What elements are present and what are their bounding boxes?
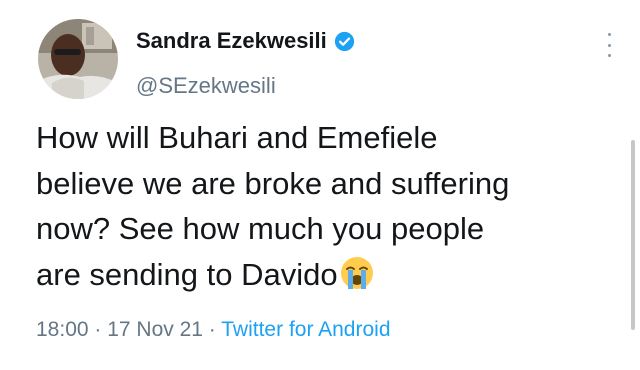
tweet-text-line: How will Buhari and Emefiele [36,120,438,155]
tweet-meta: 18:00 · 17 Nov 21 · Twitter for Android [36,318,391,342]
verified-badge-icon [334,31,354,51]
tweet-date[interactable]: 17 Nov 21 [107,318,203,341]
tweet-card: Sandra Ezekwesili @SEzekwesili How will … [0,0,640,370]
tweet-text: How will Buhari and Emefiele believe we … [36,115,611,297]
avatar-photo [38,19,118,99]
meta-separator: · [202,318,222,341]
tweet-text-line: are sending to Davido [36,252,611,298]
tweet-text-line: believe we are broke and suffering [36,165,510,201]
tweet-text-last: are sending to Davido [36,256,338,292]
scrollbar[interactable] [631,140,635,330]
tweet-source-link[interactable]: Twitter for Android [221,318,390,341]
tweet-time[interactable]: 18:00 [36,318,89,341]
avatar[interactable] [38,19,118,99]
user-handle[interactable]: @SEzekwesili [136,73,276,99]
name-row[interactable]: Sandra Ezekwesili [136,28,355,54]
tweet-text-line: now? See how much you people [36,211,485,246]
more-options-icon[interactable] [605,33,613,57]
display-name[interactable]: Sandra Ezekwesili [136,28,327,54]
meta-separator: · [88,318,108,341]
loudly-crying-face-icon [340,256,373,289]
